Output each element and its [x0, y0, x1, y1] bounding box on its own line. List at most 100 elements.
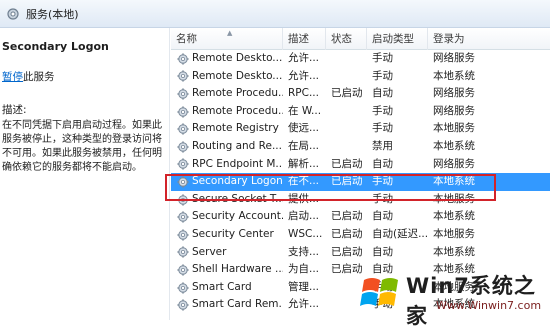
table-row[interactable]: Security Account... 启动... 已启动 自动 本地系统: [171, 208, 550, 226]
service-logon-cell: 网络服务: [433, 52, 475, 64]
service-status-cell: 已启动: [331, 210, 363, 223]
service-gear-icon: [177, 211, 189, 223]
service-status-cell: 已启动: [331, 175, 363, 188]
service-name-text: Remote Deskto...: [192, 52, 283, 64]
service-detail-pane: Secondary Logon 暂停此服务 描述: 在不同凭据下启用启动过程。如…: [0, 28, 170, 320]
service-name-text: Server: [192, 245, 227, 258]
service-startup-type-cell: 手动: [372, 122, 393, 135]
service-gear-icon: [177, 70, 189, 82]
service-description-cell: 为自...: [288, 263, 320, 276]
service-name-cell: Remote Registry: [171, 120, 283, 138]
table-row[interactable]: Remote Deskto... 允许... 手动 网络服务: [171, 50, 550, 68]
service-name-text: Remote Procedu...: [192, 87, 283, 100]
service-name-text: Smart Card: [192, 280, 252, 293]
service-status-cell: [326, 191, 367, 209]
table-row[interactable]: RPC Endpoint M... 解析... 已启动 自动 网络服务: [171, 156, 550, 174]
service-name-cell: Smart Card: [171, 279, 283, 297]
service-name-text: Smart Card Rem...: [192, 298, 283, 311]
service-gear-icon: [177, 176, 189, 188]
table-row[interactable]: Secure Socket T... 提供... 手动 本地服务: [171, 191, 550, 209]
site-watermark: Win7系统之家 Www.Winwin7.com: [358, 266, 548, 328]
table-header: ▲ 名称 描述 状态 启动类型 登录为: [171, 28, 550, 50]
service-name-text: Shell Hardware ...: [192, 263, 283, 276]
service-startup-type-cell: 手动: [372, 52, 393, 64]
table-row[interactable]: Remote Procedu... 在 W... 手动 网络服务: [171, 103, 550, 121]
service-action-line: 暂停此服务: [2, 69, 169, 84]
service-logon-cell: 本地系统: [433, 175, 475, 188]
service-description-cell: 在局...: [288, 139, 320, 152]
service-description-cell: 在 W...: [288, 104, 322, 117]
service-status-cell: [326, 68, 367, 86]
service-name-text: Remote Registry: [192, 122, 279, 135]
table-row-selected[interactable]: Secondary Logon 在不... 已启动 手动 本地系统: [171, 173, 550, 191]
service-name-cell: Remote Procedu...: [171, 85, 283, 103]
service-startup-type-cell: 自动: [372, 87, 393, 100]
service-gear-icon: [177, 193, 189, 206]
service-description-cell: 解析...: [288, 157, 320, 170]
service-startup-type-cell: 手动: [372, 192, 393, 205]
service-name-text: Secure Socket T...: [192, 192, 283, 205]
service-name-cell: Secure Socket T...: [171, 191, 283, 209]
service-name-cell: Routing and Re...: [171, 138, 283, 156]
service-name-cell: Server: [171, 244, 283, 262]
column-header-log-on-as[interactable]: 登录为: [428, 28, 550, 50]
window-titlebar: 服务(本地): [0, 0, 550, 28]
service-logon-cell: 网络服务: [433, 104, 475, 117]
service-name-cell: RPC Endpoint M...: [171, 156, 283, 174]
pause-service-link[interactable]: 暂停: [2, 71, 23, 83]
services-icon: [6, 7, 20, 21]
service-gear-icon: [177, 281, 189, 294]
table-row[interactable]: Routing and Re... 在局... 禁用 本地系统: [171, 138, 550, 156]
service-name-text: Remote Deskto...: [192, 69, 283, 82]
column-header-startup-type[interactable]: 启动类型: [367, 28, 428, 50]
service-status-cell: 已启动: [331, 157, 363, 170]
service-gear-icon: [177, 88, 189, 100]
service-name-text: Security Account...: [192, 210, 283, 223]
service-name-cell: Remote Deskto...: [171, 68, 283, 86]
service-name-cell: Shell Hardware ...: [171, 261, 283, 279]
watermark-url: Www.Winwin7.com: [436, 299, 542, 312]
service-description-cell: 使远...: [288, 122, 320, 135]
column-header-status[interactable]: 状态: [326, 28, 367, 50]
sort-ascending-icon: ▲: [227, 29, 233, 37]
service-startup-type-cell: 手动: [372, 104, 393, 117]
service-logon-cell: 本地系统: [433, 245, 475, 258]
service-name-text: RPC Endpoint M...: [192, 157, 283, 170]
selected-service-name: Secondary Logon: [2, 40, 109, 53]
service-description-cell: 允许...: [288, 69, 320, 82]
service-logon-cell: 本地服务: [433, 122, 475, 135]
service-status-cell: [326, 50, 367, 68]
service-description-cell: 允许...: [288, 298, 320, 311]
service-startup-type-cell: 自动: [372, 157, 393, 170]
service-description: 在不同凭据下启用启动过程。如果此服务被停止，这种类型的登录访问将不可用。如果此服…: [2, 120, 162, 173]
service-logon-cell: 网络服务: [433, 87, 475, 100]
service-gear-icon: [177, 158, 189, 170]
service-description-cell: RPC...: [288, 87, 319, 100]
column-header-description[interactable]: 描述: [283, 28, 326, 50]
service-startup-type-cell: 手动: [372, 69, 393, 82]
service-logon-cell: 网络服务: [433, 157, 475, 170]
service-startup-type-cell: 自动: [372, 245, 393, 258]
service-name-text: Routing and Re...: [192, 139, 282, 152]
table-row[interactable]: Remote Registry 使远... 手动 本地服务: [171, 120, 550, 138]
service-name-cell: Remote Procedu...: [171, 103, 283, 121]
table-row[interactable]: Server 支持... 已启动 自动 本地系统: [171, 244, 550, 262]
service-description-cell: 在不...: [288, 175, 320, 188]
service-startup-type-cell: 自动(延迟...: [372, 227, 428, 240]
service-status-cell: [326, 120, 367, 138]
service-description-cell: 提供...: [288, 192, 320, 205]
service-gear-icon: [177, 53, 189, 65]
service-name-text: Secondary Logon: [192, 175, 283, 188]
table-row[interactable]: Remote Deskto... 允许... 手动 本地系统: [171, 68, 550, 86]
table-row[interactable]: Remote Procedu... RPC... 已启动 自动 网络服务: [171, 85, 550, 103]
service-description-cell: 允许...: [288, 52, 320, 64]
service-status-cell: [326, 138, 367, 156]
table-row[interactable]: Security Center WSC... 已启动 自动(延迟... 本地服务: [171, 226, 550, 244]
service-status-cell: 已启动: [331, 227, 363, 240]
service-name-cell: Security Account...: [171, 208, 283, 226]
service-description-cell: 管理...: [288, 280, 320, 293]
service-description-cell: WSC...: [288, 227, 323, 240]
service-name-cell: Security Center: [171, 226, 283, 244]
service-gear-icon: [177, 264, 189, 276]
service-gear-icon: [177, 105, 189, 118]
